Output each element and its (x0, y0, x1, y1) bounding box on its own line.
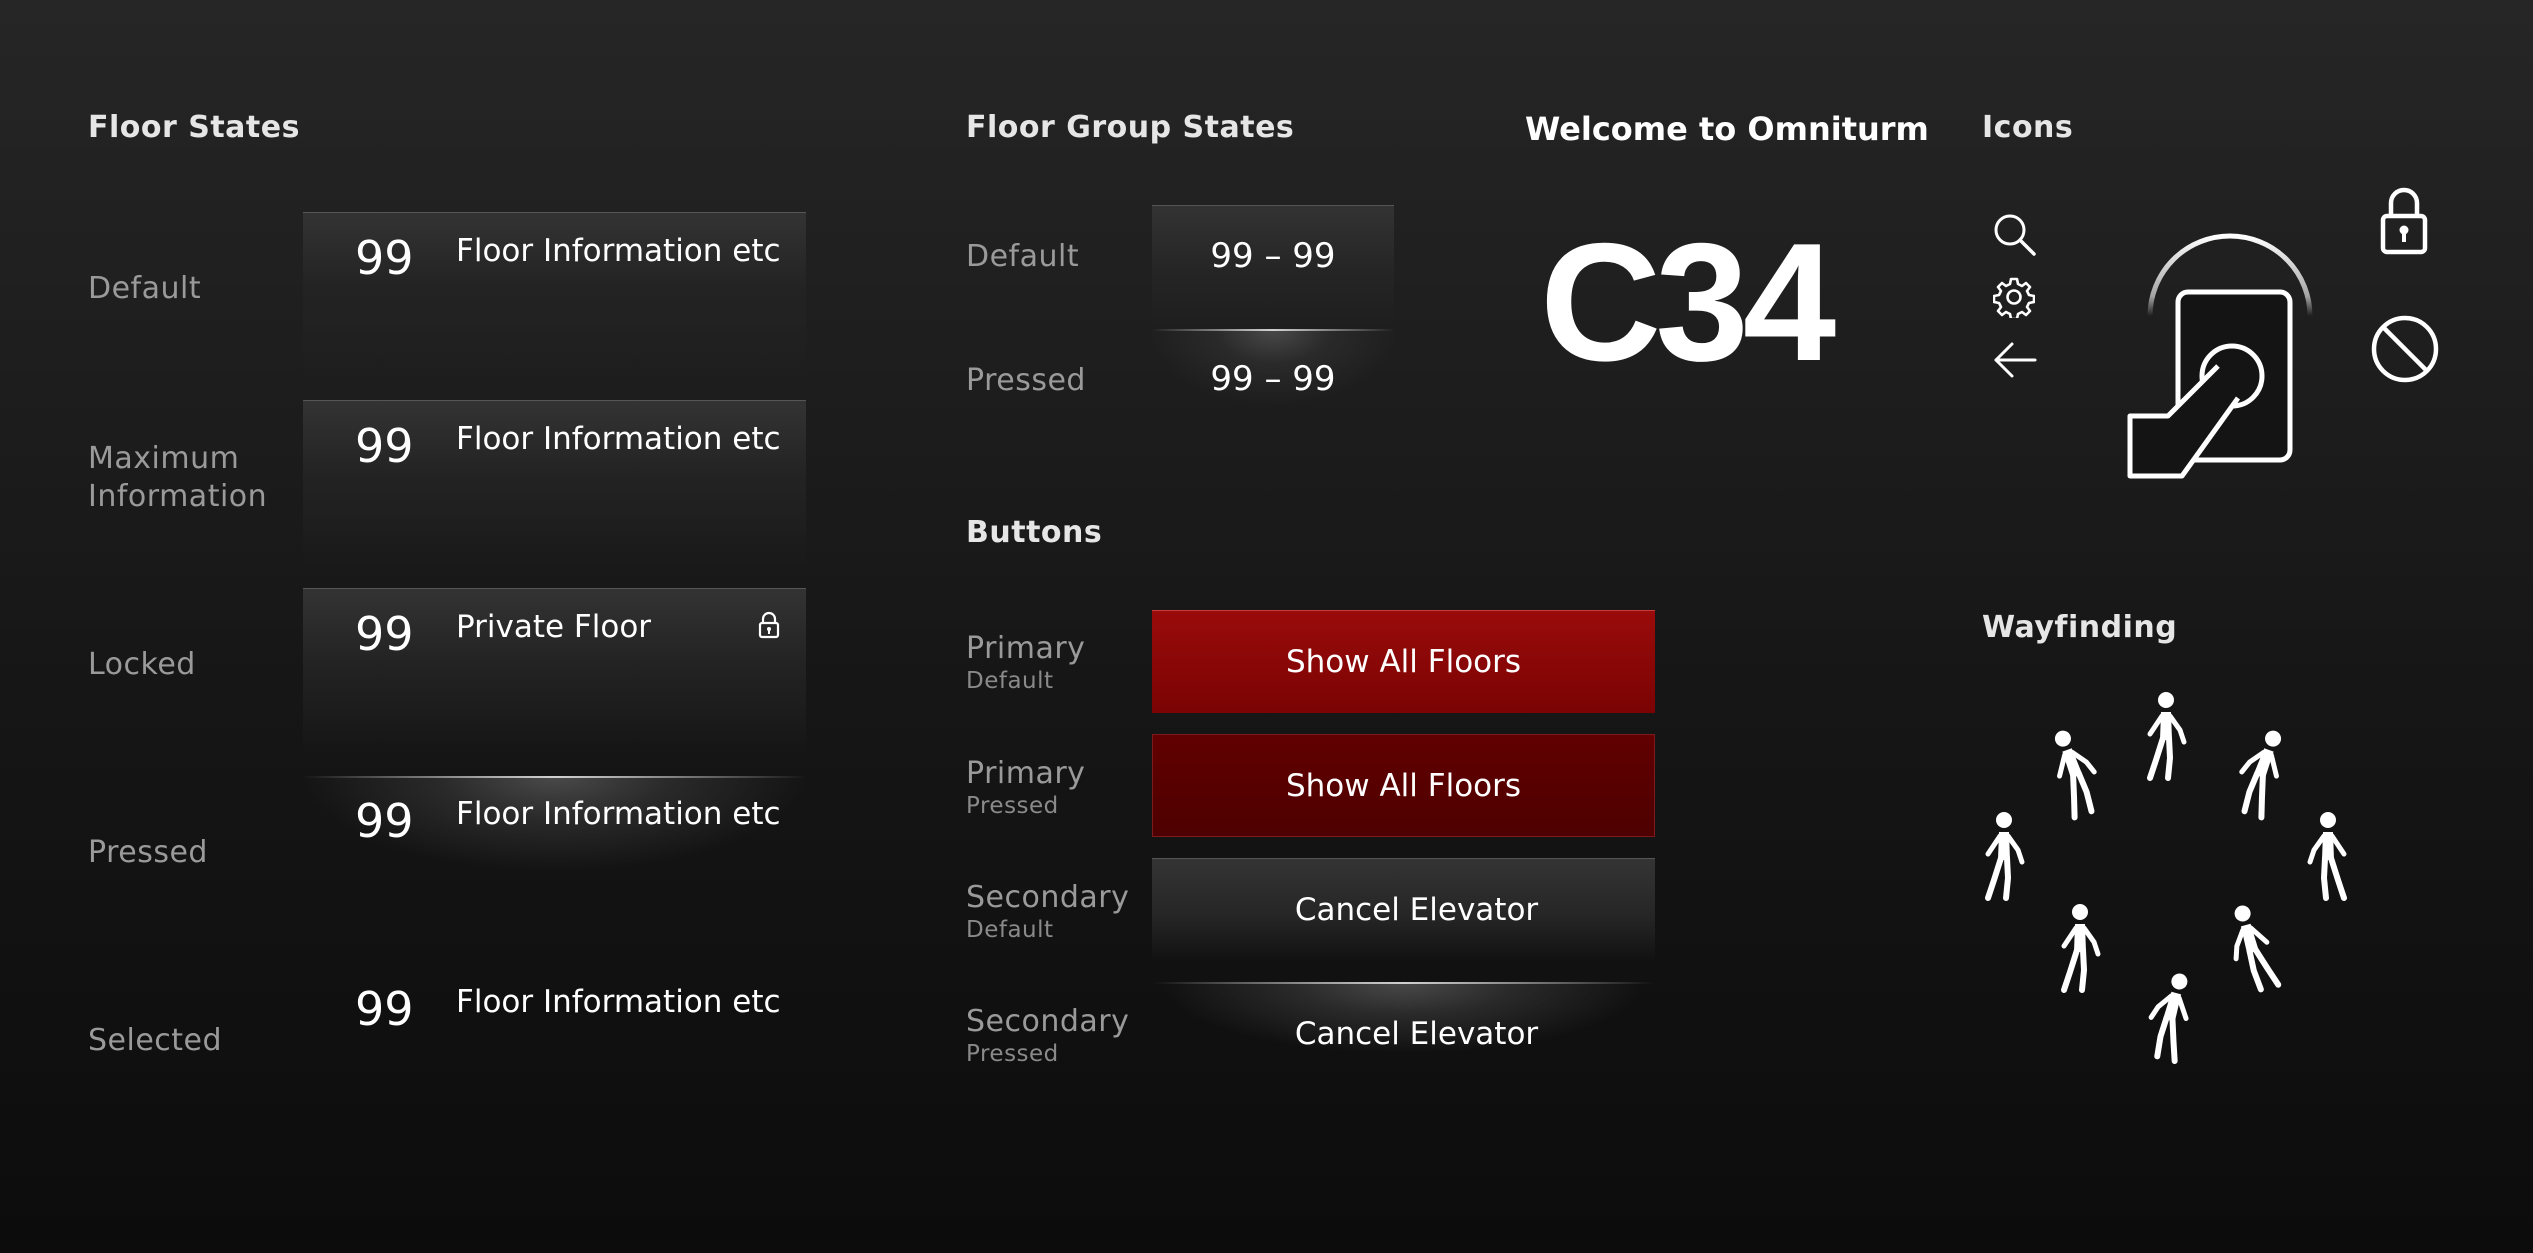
floor-number: 99 (355, 794, 414, 848)
walking-person-icon (2045, 725, 2106, 817)
walking-person-icon (2064, 904, 2098, 990)
floor-tile-selected[interactable]: 99 Floor Information etc (303, 964, 806, 1129)
search-icon[interactable] (1992, 212, 2038, 258)
floor-info: Floor Information etc (456, 796, 781, 832)
button-label-primary-pressed: Primary Pressed (966, 755, 1085, 819)
button-text: Cancel Elevator (1294, 1015, 1539, 1052)
floor-number: 99 (355, 231, 414, 285)
cancel-elevator-button[interactable]: Cancel Elevator (1152, 858, 1655, 961)
button-text: Show All Floors (1285, 644, 1522, 680)
button-type: Secondary (966, 880, 1130, 915)
floor-info: Floor Information etc (456, 984, 781, 1020)
button-state: Default (966, 917, 1054, 943)
walking-person-icon (1988, 812, 2022, 898)
floor-state-label-locked: Locked (88, 647, 196, 682)
floor-tile-maximum-information[interactable]: 99 Floor Information etc (303, 400, 806, 566)
floor-info: Floor Information etc (456, 421, 781, 457)
floor-group-label-pressed: Pressed (966, 363, 1086, 398)
floor-number: 99 (355, 607, 414, 661)
button-label-secondary-pressed: Secondary Pressed (966, 1003, 1129, 1067)
floor-states-title: Floor States (88, 110, 300, 145)
button-state: Pressed (966, 793, 1059, 819)
floor-group-tile-default[interactable]: 99 – 99 (1152, 205, 1394, 324)
floor-number: 99 (355, 419, 414, 473)
floor-tile-locked[interactable]: 99 Private Floor (303, 588, 806, 754)
arrow-left-icon[interactable] (1992, 340, 2038, 380)
walking-person-icon (2229, 725, 2290, 817)
button-type: Primary (966, 756, 1086, 791)
floor-tile-default[interactable]: 99 Floor Information etc (303, 212, 806, 378)
floor-number: 99 (355, 982, 414, 1036)
walking-person-icon (2310, 812, 2344, 898)
wayfinding-title: Wayfinding (1982, 610, 2178, 645)
button-text: Cancel Elevator (1294, 892, 1539, 928)
icons-title: Icons (1982, 110, 2074, 145)
show-all-floors-button[interactable]: Show All Floors (1152, 610, 1655, 713)
floor-state-label-maximum: Maximum Information (88, 441, 268, 514)
walking-person-icon (2223, 902, 2278, 994)
button-text: Show All Floors (1285, 767, 1522, 804)
floor-state-label-pressed: Pressed (88, 835, 208, 870)
floor-group-range: 99 – 99 (1210, 359, 1336, 399)
wayfinding-figures (1968, 680, 2388, 1100)
button-type: Secondary (966, 1004, 1130, 1039)
gear-icon[interactable] (1993, 276, 2035, 318)
walking-person-icon (2150, 692, 2184, 778)
lock-icon (2380, 186, 2428, 256)
button-type: Primary (966, 631, 1086, 666)
tap-card-icon (2120, 186, 2320, 484)
button-state: Pressed (966, 1041, 1059, 1067)
floor-info: Floor Information etc (456, 233, 781, 269)
floor-group-states-title: Floor Group States (966, 110, 1295, 145)
floor-group-label-default: Default (966, 239, 1080, 274)
floor-group-range: 99 – 99 (1210, 236, 1336, 276)
cancel-elevator-button-pressed[interactable]: Cancel Elevator (1152, 982, 1655, 1085)
floor-info: Private Floor (456, 609, 652, 645)
buttons-title: Buttons (966, 515, 1103, 550)
show-all-floors-button-pressed[interactable]: Show All Floors (1152, 734, 1655, 837)
button-label-secondary-default: Secondary Default (966, 879, 1129, 943)
floor-tile-pressed[interactable]: 99 Floor Information etc (303, 776, 806, 941)
floor-group-tile-pressed[interactable]: 99 – 99 (1152, 329, 1394, 447)
elevator-code: C34 (1540, 208, 1836, 396)
welcome-title: Welcome to Omniturm (1525, 110, 1929, 148)
floor-state-label-selected: Selected (88, 1023, 223, 1058)
no-entry-icon (2370, 314, 2440, 384)
floor-state-label-default: Default (88, 271, 202, 306)
walking-person-icon (2142, 969, 2197, 1061)
lock-icon (758, 611, 780, 639)
button-label-primary-default: Primary Default (966, 630, 1085, 694)
button-state: Default (966, 668, 1054, 694)
